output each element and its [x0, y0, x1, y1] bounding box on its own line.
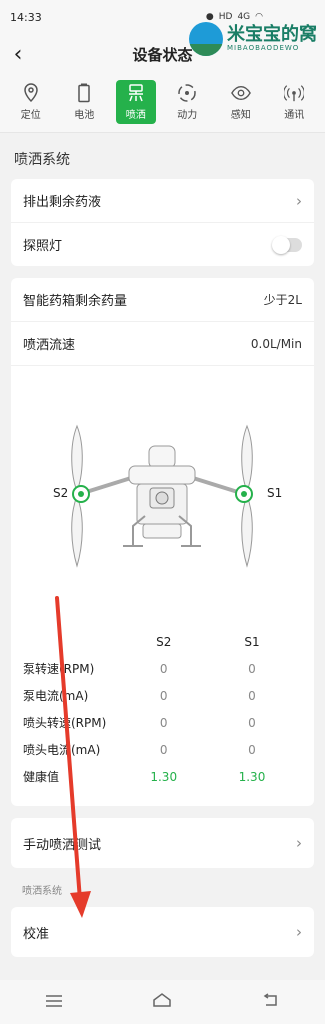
tab-location-label: 定位	[20, 110, 41, 121]
drain-remaining-label: 排出剩余药液	[23, 195, 102, 210]
table-row: 喷头转速(RPM) 0 0	[11, 709, 314, 736]
tab-spray-label: 喷洒	[125, 110, 146, 121]
calibration-card: 校准 ›	[11, 907, 314, 957]
column-header-s1: S1	[244, 634, 260, 649]
back-arrow-icon: ‹	[13, 41, 23, 67]
metric-value-s1: 0	[248, 742, 256, 757]
flow-rate-label: 喷洒流速	[23, 338, 76, 353]
searchlight-toggle[interactable]	[272, 235, 302, 254]
eye-icon	[230, 83, 251, 103]
watermark: 米宝宝的窝 MIBAOBAODEWO	[189, 22, 317, 56]
table-header-row: S2 S1	[11, 628, 314, 655]
metric-value-s2: 0	[159, 688, 168, 703]
searchlight-label: 探照灯	[23, 239, 63, 254]
metric-value-s2: 0	[159, 661, 168, 676]
column-header-s2: S2	[156, 634, 172, 649]
tank-remaining-value: 少于2L	[263, 293, 302, 307]
battery-icon	[74, 83, 94, 103]
tank-remaining-label: 智能药箱剩余药量	[23, 294, 128, 309]
calibrate-label: 校准	[23, 926, 50, 942]
section-title: 喷洒系统	[14, 152, 70, 168]
spray-status-card: 智能药箱剩余药量 少于2L 喷洒流速 0.0L/Min S2 S1 S2 S1 …	[11, 278, 314, 806]
tab-perception-label: 感知	[230, 110, 251, 121]
metric-value-s2: 1.30	[150, 769, 178, 784]
back-nav-icon[interactable]	[262, 992, 280, 1012]
spray-controls-card: 排出剩余药液 › 探照灯	[11, 179, 314, 266]
location-status-icon: ●	[205, 12, 214, 22]
hd-badge: HD	[218, 12, 233, 22]
back-button[interactable]: ‹	[0, 34, 36, 74]
chevron-right-icon: ›	[296, 191, 302, 210]
flow-rate-row: 喷洒流速 0.0L/Min	[11, 322, 314, 366]
metric-value-s2: 0	[159, 715, 168, 730]
spray-icon	[126, 83, 146, 103]
chevron-right-icon: ›	[296, 834, 302, 852]
status-time: 14:33	[10, 10, 42, 24]
tab-battery[interactable]: 电池	[62, 80, 106, 124]
tab-propulsion[interactable]: 动力	[165, 80, 209, 124]
calibrate-row[interactable]: 校准 ›	[11, 907, 314, 957]
metric-label: 泵电流(mA)	[23, 689, 89, 703]
nozzle-s1-label: S1	[267, 486, 283, 500]
manual-spray-test-row[interactable]: 手动喷洒测试 ›	[11, 818, 314, 868]
manual-spray-test-label: 手动喷洒测试	[23, 837, 102, 853]
tab-communication[interactable]: 通讯	[272, 80, 316, 124]
manual-test-card: 手动喷洒测试 ›	[11, 818, 314, 868]
wifi-icon: ◠	[255, 12, 263, 22]
tab-perception[interactable]: 感知	[219, 80, 263, 124]
metric-label: 泵转速(RPM)	[23, 662, 95, 676]
tank-remaining-row: 智能药箱剩余药量 少于2L	[11, 278, 314, 322]
metric-label: 喷头转速(RPM)	[23, 716, 107, 730]
nozzle-metrics-table: S2 S1 泵转速(RPM) 0 0 泵电流(mA) 0 0 喷头转速(RPM)…	[11, 616, 314, 806]
tab-battery-label: 电池	[74, 110, 95, 121]
system-nav-bar	[0, 980, 325, 1024]
flow-rate-value: 0.0L/Min	[250, 336, 302, 351]
network-badge: 4G	[237, 12, 251, 22]
menu-icon[interactable]	[45, 993, 63, 1012]
table-row: 健康值 1.30 1.30	[11, 763, 314, 790]
home-icon[interactable]	[152, 992, 172, 1012]
nozzle-s2-label: S2	[53, 486, 69, 500]
signal-icon	[284, 83, 305, 103]
tab-propulsion-label: 动力	[177, 110, 198, 121]
watermark-logo-icon	[189, 22, 223, 56]
tab-location[interactable]: 定位	[9, 80, 53, 124]
metric-label: 喷头电流(mA)	[23, 743, 101, 757]
searchlight-row: 探照灯	[11, 223, 314, 266]
chevron-right-icon: ›	[296, 923, 302, 941]
tab-bar: 定位 电池 喷洒 动力 感知 通讯	[0, 74, 325, 133]
metric-value-s1: 1.30	[238, 769, 266, 784]
metric-value-s2: 0	[159, 742, 168, 757]
tab-communication-label: 通讯	[284, 110, 305, 121]
watermark-subtext: MIBAOBAODEWO	[227, 44, 300, 52]
metric-value-s1: 0	[248, 715, 256, 730]
table-row: 泵转速(RPM) 0 0	[11, 655, 314, 682]
calibration-section-title: 喷洒系统	[22, 886, 62, 897]
metric-value-s1: 0	[248, 688, 256, 703]
metric-value-s1: 0	[248, 661, 256, 676]
tab-spray[interactable]: 喷洒	[115, 80, 156, 124]
propulsion-icon	[177, 83, 197, 103]
watermark-text: 米宝宝的窝	[227, 24, 317, 45]
drain-remaining-row[interactable]: 排出剩余药液 ›	[11, 179, 314, 223]
drone-diagram: S2 S1	[11, 366, 314, 616]
metric-label: 健康值	[23, 770, 60, 784]
status-indicators: ● HD 4G ◠	[206, 12, 263, 22]
table-row: 泵电流(mA) 0 0	[11, 682, 314, 709]
location-pin-icon	[21, 83, 41, 103]
table-row: 喷头电流(mA) 0 0	[11, 736, 314, 763]
